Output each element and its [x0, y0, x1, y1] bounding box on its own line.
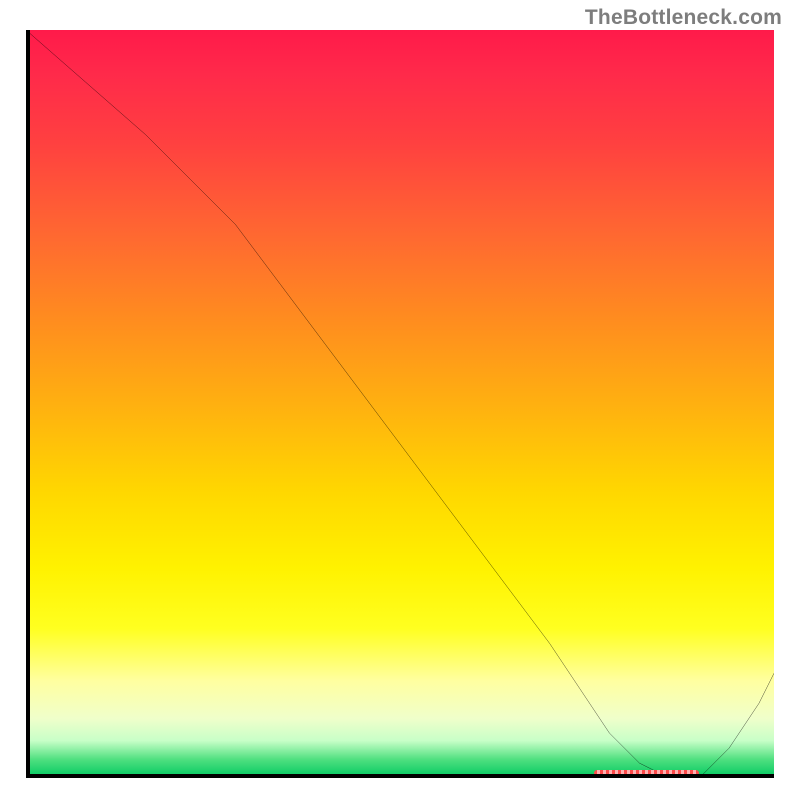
curve-line: [26, 30, 774, 778]
chart-container: TheBottleneck.com: [0, 0, 800, 800]
watermark-text: TheBottleneck.com: [585, 6, 782, 30]
plot-area: [26, 30, 774, 778]
highlight-band: [594, 770, 699, 776]
